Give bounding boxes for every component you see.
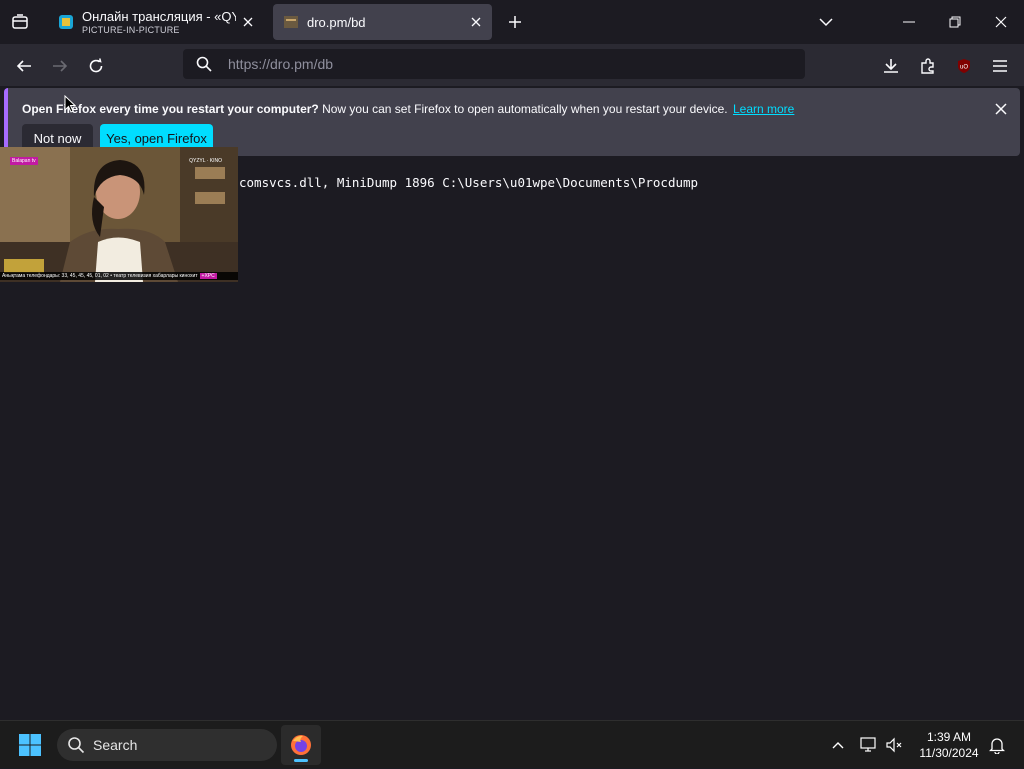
windows-taskbar: Search 1:39 AM 11/30/2024 <box>0 720 1024 768</box>
notification-close-button[interactable] <box>990 98 1012 120</box>
chevron-up-icon <box>832 742 844 749</box>
downloads-button[interactable] <box>877 52 905 80</box>
show-hidden-icons-button[interactable] <box>828 721 848 769</box>
extensions-button[interactable] <box>914 52 942 80</box>
search-label: Search <box>93 737 138 753</box>
firefox-icon <box>291 735 311 755</box>
windows-start-icon[interactable] <box>18 733 42 757</box>
app-menu-button[interactable] <box>986 52 1014 80</box>
reload-icon <box>89 58 103 73</box>
plus-icon <box>509 16 521 28</box>
tab-close-button[interactable] <box>464 10 488 34</box>
url-input[interactable] <box>228 56 768 72</box>
news-ticker: Анықтама телефондары: 33, 45, 45, 45, 01… <box>0 272 238 280</box>
network-button[interactable] <box>858 721 880 769</box>
download-icon <box>884 59 898 73</box>
notifications-button[interactable] <box>986 721 1008 769</box>
ublock-icon: uO <box>958 59 970 73</box>
tab-close-button[interactable] <box>236 10 260 34</box>
hamburger-menu-icon <box>993 60 1007 72</box>
tv-favicon-icon <box>59 15 73 29</box>
notification-message: Open Firefox every time you restart your… <box>22 102 794 116</box>
running-app-indicator <box>294 759 308 762</box>
ticker-text: Анықтама телефондары: 33, 45, 45, 45, 01… <box>2 273 198 279</box>
command-text: comsvcs.dll, MiniDump 1896 C:\Users\u01w… <box>239 175 699 190</box>
tab-overview-button[interactable] <box>8 10 32 34</box>
mouse-cursor-icon <box>64 95 76 113</box>
list-all-tabs-button[interactable] <box>814 10 838 34</box>
clock-time: 1:39 AM <box>926 730 972 744</box>
volume-button[interactable] <box>884 721 906 769</box>
svg-text:uO: uO <box>960 65 968 71</box>
new-tab-button[interactable] <box>503 10 527 34</box>
learn-more-link[interactable]: Learn more <box>733 102 794 116</box>
back-icon <box>16 60 31 72</box>
notification-text: Now you can set Firefox to open automati… <box>322 102 728 116</box>
tab-active[interactable]: dro.pm/bd <box>273 4 492 40</box>
restore-icon <box>949 16 961 28</box>
bell-icon <box>989 738 1005 754</box>
close-icon <box>243 17 253 27</box>
taskbar-search-box[interactable]: Search <box>57 729 277 761</box>
channel-logo-left: Balapan tv <box>10 157 38 165</box>
clock-date: 11/30/2024 <box>919 746 979 760</box>
channel-logo-right: QYZYL · KINO <box>189 158 222 164</box>
network-icon <box>860 737 876 752</box>
reload-button[interactable] <box>82 52 110 80</box>
minimize-icon <box>903 21 915 23</box>
video-frame-image <box>0 147 238 282</box>
tab-bar: Онлайн трансляция - «QYZYL PICTURE-IN-PI… <box>0 0 1024 44</box>
forward-icon <box>53 60 68 72</box>
taskbar-clock[interactable]: 1:39 AM 11/30/2024 <box>912 729 986 761</box>
volume-muted-icon <box>886 737 902 753</box>
extensions-icon <box>921 58 934 74</box>
minimize-button[interactable] <box>886 0 932 44</box>
close-icon <box>471 17 481 27</box>
back-button[interactable] <box>10 52 38 80</box>
page-favicon-icon <box>284 16 298 28</box>
tab-title: dro.pm/bd <box>307 14 366 30</box>
chevron-down-icon <box>819 18 833 27</box>
forward-button[interactable] <box>46 52 74 80</box>
tab-pip[interactable]: Онлайн трансляция - «QYZYL PICTURE-IN-PI… <box>48 4 264 40</box>
ublock-extension-button[interactable]: uO <box>950 52 978 80</box>
ticker-label: +XPC <box>199 273 217 279</box>
url-bar[interactable] <box>183 49 805 79</box>
tab-title: Онлайн трансляция - «QYZYL <box>82 9 236 24</box>
picture-in-picture-video[interactable]: Balapan tv QYZYL · KINO Анықтама телефон… <box>0 147 238 282</box>
restore-button[interactable] <box>932 0 978 44</box>
restart-notification-bar: Open Firefox every time you restart your… <box>4 88 1020 156</box>
close-window-button[interactable] <box>978 0 1024 44</box>
close-icon <box>995 103 1007 115</box>
tab-subtitle: PICTURE-IN-PICTURE <box>82 25 180 35</box>
search-icon <box>68 737 85 754</box>
search-icon <box>196 56 212 72</box>
close-icon <box>995 16 1007 28</box>
tab-overview-icon <box>12 14 28 29</box>
